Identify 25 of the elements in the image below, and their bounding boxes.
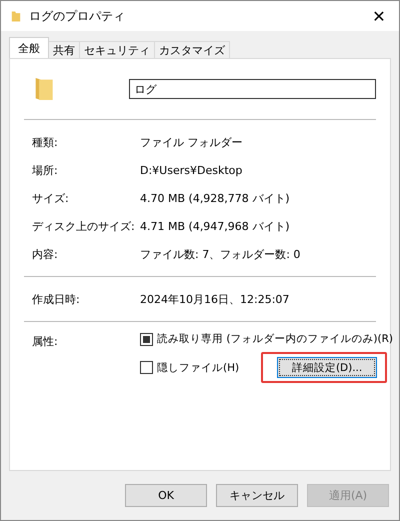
property-value: 2024年10月16日、12:25:07 <box>140 292 290 306</box>
property-value: ファイル数: 7、フォルダー数: 0 <box>140 246 300 262</box>
property-label: 作成日時: <box>31 292 81 306</box>
tab[interactable]: 共有 <box>48 41 80 58</box>
property-value: 4.70 MB (4,928,778 バイト) <box>140 190 290 206</box>
advanced-button[interactable]: 詳細設定(D)... <box>277 357 378 378</box>
tab[interactable]: カスタマイズ <box>154 41 230 58</box>
checkbox[interactable]: 読み取り専用 (フォルダー内のファイルのみ)(R) <box>140 332 394 346</box>
property-label: 内容: <box>31 246 59 262</box>
checkbox[interactable]: 隠しファイル(H) <box>140 360 240 374</box>
dialog-button[interactable]: キャンセル <box>216 484 298 507</box>
dialog-button[interactable]: OK <box>125 484 207 507</box>
tab[interactable]: 全般 <box>9 37 49 58</box>
name-field[interactable]: ログ <box>129 79 376 99</box>
property-label: 種類: <box>31 134 59 150</box>
tab[interactable]: セキュリティ <box>79 41 155 58</box>
property-label: サイズ: <box>31 190 70 206</box>
folder-icon <box>11 10 21 22</box>
property-value: ファイル フォルダー <box>140 134 242 150</box>
window-title: ログのプロパティ <box>29 8 126 24</box>
property-label: 場所: <box>31 162 59 178</box>
attributes-label: 属性: <box>31 334 59 350</box>
property-value: 4.71 MB (4,947,968 バイト) <box>140 218 290 234</box>
property-value: D:¥Users¥Desktop <box>140 164 242 176</box>
property-label: ディスク上のサイズ: <box>31 218 136 234</box>
